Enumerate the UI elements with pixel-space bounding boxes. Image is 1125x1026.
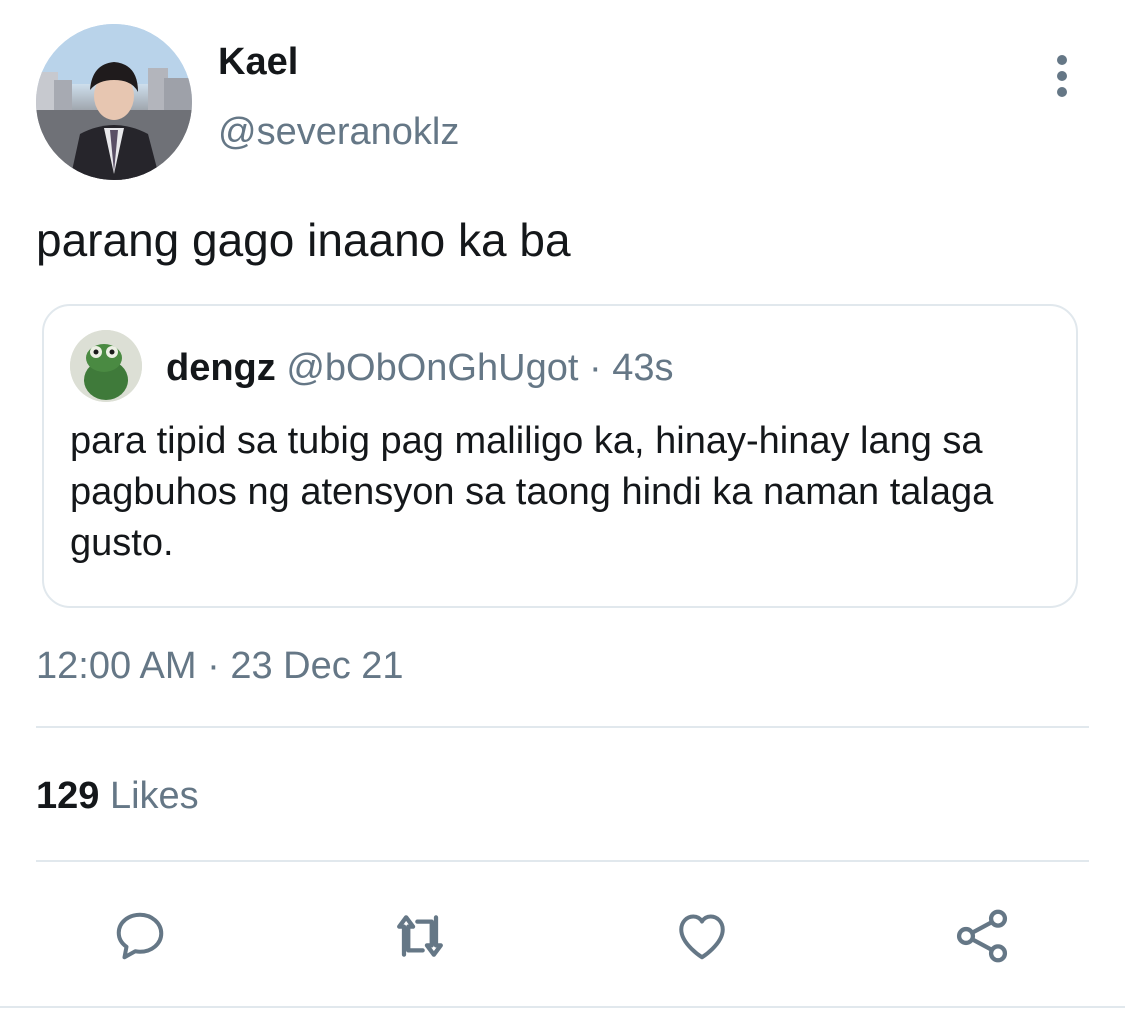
frog-avatar-image bbox=[70, 330, 142, 402]
likes-count: 129 bbox=[36, 775, 100, 817]
quoted-tweet-header: dengz @bObOnGhUgot · 43s bbox=[166, 344, 673, 392]
quoted-tweet-text: para tipid sa tubig pag maliligo ka, hin… bbox=[70, 420, 994, 564]
heart-icon bbox=[679, 914, 725, 960]
header-separator: · bbox=[588, 347, 602, 389]
author-name[interactable]: Kael bbox=[218, 38, 298, 86]
avatar-photo bbox=[36, 24, 192, 180]
share-icon bbox=[956, 909, 1008, 963]
tweet-timestamp: 12:00 AM · 23 Dec 21 bbox=[36, 645, 404, 687]
divider bbox=[36, 860, 1089, 862]
quoted-author-name[interactable]: dengz bbox=[166, 347, 276, 389]
like-button[interactable] bbox=[670, 904, 734, 968]
quoted-author-avatar[interactable] bbox=[70, 330, 142, 402]
tweet-detail: Kael @severanoklz parang gago inaano ka … bbox=[0, 0, 1125, 1026]
share-button[interactable] bbox=[950, 904, 1014, 968]
quoted-author-handle[interactable]: @bObOnGhUgot bbox=[286, 347, 578, 389]
divider bbox=[0, 1006, 1125, 1008]
more-options-icon[interactable] bbox=[1040, 52, 1084, 100]
divider bbox=[36, 726, 1089, 728]
reply-button[interactable] bbox=[108, 904, 172, 968]
tweet-text: parang gago inaano ka ba bbox=[36, 214, 571, 266]
retweet-button[interactable] bbox=[388, 904, 452, 968]
likes-label: Likes bbox=[109, 775, 199, 817]
author-avatar[interactable] bbox=[36, 24, 192, 180]
reply-icon bbox=[116, 912, 164, 960]
quoted-tweet[interactable]: dengz @bObOnGhUgot · 43s para tipid sa t… bbox=[42, 304, 1078, 608]
retweet-icon bbox=[397, 915, 443, 957]
quoted-tweet-age: 43s bbox=[612, 347, 674, 389]
likes-stat[interactable]: 129 Likes bbox=[36, 772, 199, 820]
author-handle[interactable]: @severanoklz bbox=[218, 108, 459, 156]
